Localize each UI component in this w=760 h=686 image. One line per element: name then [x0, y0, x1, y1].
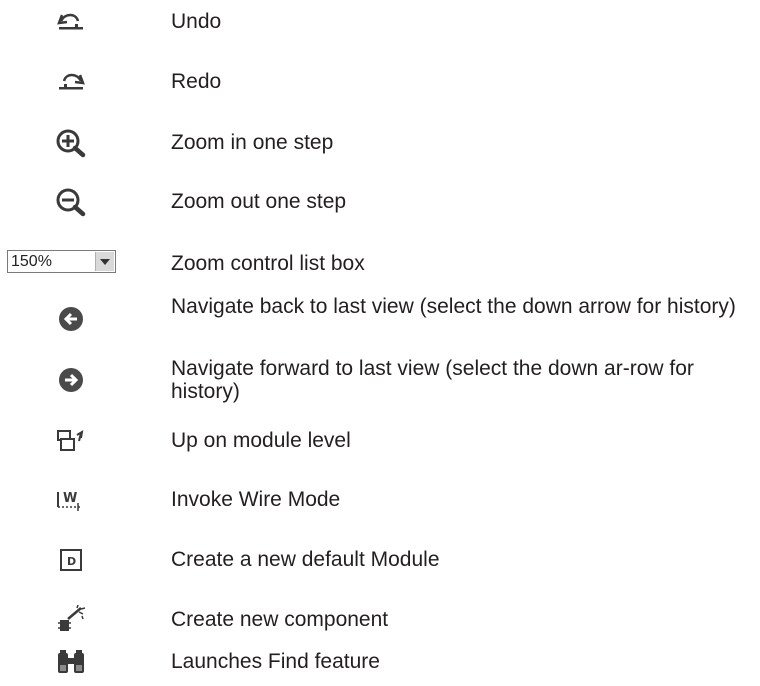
svg-text:D: D: [67, 555, 76, 568]
legend-label: Invoke Wire Mode: [171, 488, 341, 511]
legend-row-default-module: D Create a new default Module: [0, 540, 760, 580]
legend-row-redo: Redo: [0, 62, 760, 102]
legend-row-find: Launches Find feature: [0, 642, 760, 682]
chevron-down-icon[interactable]: [95, 252, 114, 271]
legend-label: Create a new default Module: [171, 548, 440, 571]
legend-row-module-up: Up on module level: [0, 421, 760, 461]
legend-label: Zoom control list box: [171, 252, 365, 275]
legend-label: Navigate back to last view (select the d…: [171, 295, 736, 318]
redo-icon: [8, 62, 134, 102]
default-module-icon: D: [8, 540, 134, 580]
module-up-icon: [8, 421, 134, 461]
zoom-in-icon: [8, 123, 134, 163]
legend-label: Launches Find feature: [171, 650, 380, 673]
navigate-forward-icon: [8, 360, 134, 400]
legend-row-zoom-out: Zoom out one step: [0, 182, 760, 222]
legend-label: Zoom out one step: [171, 190, 347, 213]
legend-label: Up on module level: [171, 429, 351, 452]
legend-row-wire-mode: W Invoke Wire Mode: [0, 480, 760, 520]
zoom-list-box[interactable]: 150%: [7, 250, 116, 273]
undo-icon: [8, 2, 134, 42]
legend-row-navigate-back: Navigate back to last view (select the d…: [0, 295, 760, 345]
legend-row-new-component: Create new component: [0, 600, 760, 640]
legend-label: Zoom in one step: [171, 131, 334, 154]
new-component-icon: [8, 600, 134, 640]
legend-row-zoom-list: 150% Zoom control list box: [0, 244, 760, 284]
legend-label: Undo: [171, 10, 222, 33]
navigate-back-icon: [8, 299, 134, 339]
legend-label: Navigate forward to last view (select th…: [171, 357, 694, 403]
zoom-value: 150%: [11, 253, 52, 270]
binoculars-icon: [8, 642, 134, 682]
legend-label: Create new component: [171, 608, 389, 631]
legend-row-navigate-forward: Navigate forward to last view (select th…: [0, 357, 760, 407]
svg-text:W: W: [63, 491, 77, 506]
wire-mode-icon: W: [8, 480, 134, 520]
zoom-out-icon: [8, 182, 134, 222]
legend-label: Redo: [171, 70, 222, 93]
legend-row-zoom-in: Zoom in one step: [0, 123, 760, 163]
legend-row-undo: Undo: [0, 2, 760, 42]
